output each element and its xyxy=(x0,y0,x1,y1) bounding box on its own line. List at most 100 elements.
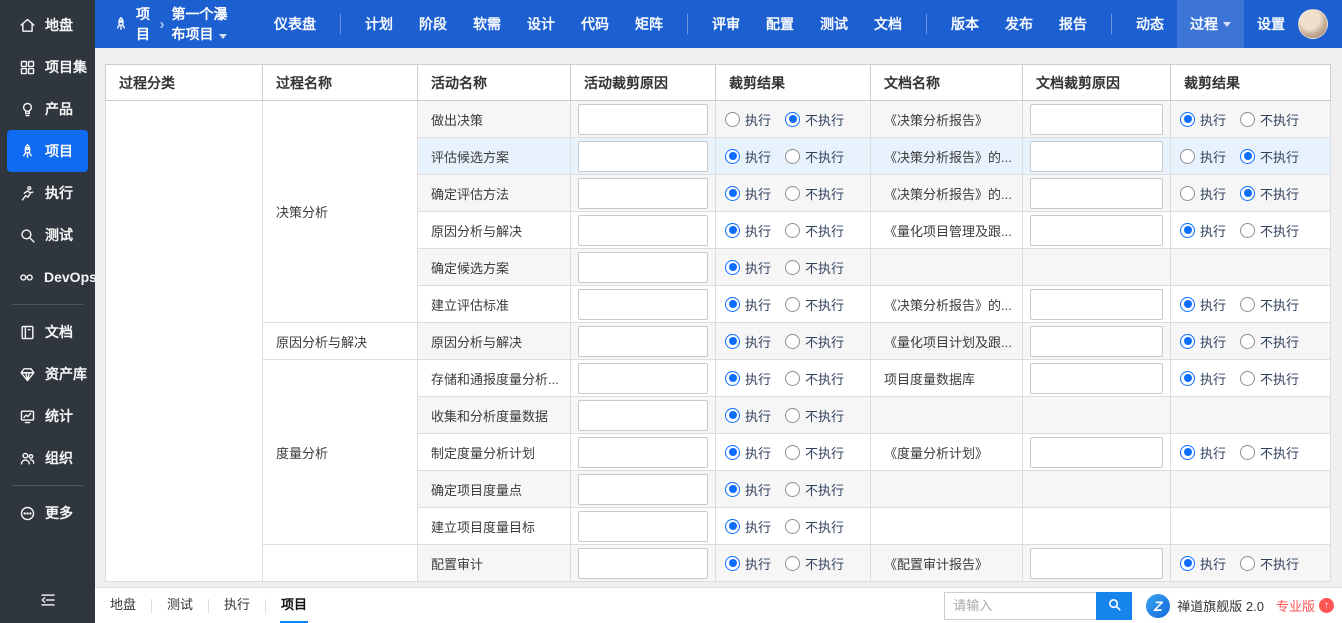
doc-result-skip-radio[interactable] xyxy=(1240,444,1256,460)
activity-result-execute-radio[interactable] xyxy=(725,555,740,571)
doc-result-skip-radio-label[interactable]: 不执行 xyxy=(1260,184,1299,203)
doc-reason-input[interactable] xyxy=(1030,547,1163,579)
doc-result-skip-radio[interactable] xyxy=(1240,296,1256,312)
nav-item-design[interactable]: 设计 xyxy=(514,0,568,48)
doc-result-execute-radio[interactable] xyxy=(1180,185,1195,201)
activity-reason-input[interactable] xyxy=(578,473,708,505)
doc-result-execute-radio[interactable] xyxy=(1180,111,1195,127)
doc-reason-input[interactable] xyxy=(1030,288,1163,320)
footer-tab-test[interactable]: 测试 xyxy=(152,588,208,623)
doc-result-execute-radio[interactable] xyxy=(1180,296,1195,312)
doc-result-skip-radio-label[interactable]: 不执行 xyxy=(1260,110,1299,129)
nav-item-report[interactable]: 报告 xyxy=(1046,0,1100,48)
doc-result-execute-radio-label[interactable]: 执行 xyxy=(1200,147,1226,166)
activity-result-skip-radio[interactable] xyxy=(785,518,801,534)
activity-result-skip-radio[interactable] xyxy=(785,481,801,497)
doc-result-skip-radio[interactable] xyxy=(1240,148,1256,164)
activity-result-execute-radio-label[interactable]: 执行 xyxy=(745,517,771,536)
sidebar-item-execution[interactable]: 执行 xyxy=(7,172,88,214)
nav-item-process[interactable]: 过程 xyxy=(1177,0,1244,48)
doc-result-skip-radio-label[interactable]: 不执行 xyxy=(1260,369,1299,388)
sidebar-item-more[interactable]: 更多 xyxy=(7,492,88,534)
nav-item-review[interactable]: 评审 xyxy=(699,0,753,48)
nav-item-code[interactable]: 代码 xyxy=(568,0,622,48)
activity-reason-input[interactable] xyxy=(578,436,708,468)
activity-result-execute-radio-label[interactable]: 执行 xyxy=(745,443,771,462)
nav-item-setting[interactable]: 设置 xyxy=(1244,0,1298,48)
activity-result-execute-radio[interactable] xyxy=(725,148,740,164)
doc-result-skip-radio[interactable] xyxy=(1240,555,1256,571)
breadcrumb-app-label[interactable]: 项目 xyxy=(136,4,153,44)
nav-item-release[interactable]: 发布 xyxy=(992,0,1046,48)
doc-result-execute-radio[interactable] xyxy=(1180,148,1195,164)
activity-reason-input[interactable] xyxy=(578,214,708,246)
doc-result-execute-radio[interactable] xyxy=(1180,555,1195,571)
sidebar-item-doc[interactable]: 文档 xyxy=(7,311,88,353)
doc-result-execute-radio[interactable] xyxy=(1180,333,1195,349)
nav-item-dynamic[interactable]: 动态 xyxy=(1123,0,1177,48)
doc-result-skip-radio-label[interactable]: 不执行 xyxy=(1260,554,1299,573)
nav-item-plan[interactable]: 计划 xyxy=(352,0,406,48)
doc-result-skip-radio-label[interactable]: 不执行 xyxy=(1260,221,1299,240)
activity-result-execute-radio-label[interactable]: 执行 xyxy=(745,332,771,351)
activity-result-execute-radio[interactable] xyxy=(725,259,740,275)
activity-result-execute-radio-label[interactable]: 执行 xyxy=(745,406,771,425)
sidebar-item-devops[interactable]: DevOps xyxy=(7,256,97,298)
activity-result-skip-radio-label[interactable]: 不执行 xyxy=(805,221,844,240)
activity-result-execute-radio-label[interactable]: 执行 xyxy=(745,110,771,129)
doc-result-execute-radio-label[interactable]: 执行 xyxy=(1200,443,1226,462)
doc-result-execute-radio-label[interactable]: 执行 xyxy=(1200,554,1226,573)
activity-reason-input[interactable] xyxy=(578,288,708,320)
activity-reason-input[interactable] xyxy=(578,399,708,431)
activity-result-skip-radio-label[interactable]: 不执行 xyxy=(805,147,844,166)
activity-result-skip-radio[interactable] xyxy=(785,296,801,312)
doc-reason-input[interactable] xyxy=(1030,362,1163,394)
search-input[interactable] xyxy=(944,591,1097,620)
doc-reason-input[interactable] xyxy=(1030,103,1163,135)
doc-reason-input[interactable] xyxy=(1030,214,1163,246)
sidebar-item-home[interactable]: 地盘 xyxy=(7,4,88,46)
footer-tab-project[interactable]: 项目 xyxy=(266,588,322,623)
activity-result-skip-radio-label[interactable]: 不执行 xyxy=(805,517,844,536)
nav-item-config[interactable]: 配置 xyxy=(753,0,807,48)
doc-result-skip-radio[interactable] xyxy=(1240,185,1256,201)
activity-result-execute-radio[interactable] xyxy=(725,185,740,201)
activity-result-skip-radio[interactable] xyxy=(785,111,801,127)
activity-result-execute-radio[interactable] xyxy=(725,407,740,423)
activity-reason-input[interactable] xyxy=(578,103,708,135)
doc-result-skip-radio-label[interactable]: 不执行 xyxy=(1260,147,1299,166)
activity-result-skip-radio[interactable] xyxy=(785,222,801,238)
doc-reason-input[interactable] xyxy=(1030,325,1163,357)
search-button[interactable] xyxy=(1096,591,1133,620)
activity-result-skip-radio[interactable] xyxy=(785,259,801,275)
activity-result-skip-radio-label[interactable]: 不执行 xyxy=(805,295,844,314)
activity-result-skip-radio-label[interactable]: 不执行 xyxy=(805,554,844,573)
doc-result-skip-radio[interactable] xyxy=(1240,333,1256,349)
activity-result-execute-radio-label[interactable]: 执行 xyxy=(745,295,771,314)
sidebar-item-test[interactable]: 测试 xyxy=(7,214,88,256)
activity-result-skip-radio-label[interactable]: 不执行 xyxy=(805,406,844,425)
sidebar-item-stats[interactable]: 统计 xyxy=(7,395,88,437)
activity-result-skip-radio-label[interactable]: 不执行 xyxy=(805,332,844,351)
activity-result-skip-radio-label[interactable]: 不执行 xyxy=(805,443,844,462)
doc-result-execute-radio-label[interactable]: 执行 xyxy=(1200,221,1226,240)
doc-result-skip-radio[interactable] xyxy=(1240,222,1256,238)
user-avatar[interactable] xyxy=(1298,9,1328,39)
activity-result-skip-radio[interactable] xyxy=(785,148,801,164)
activity-reason-input[interactable] xyxy=(578,177,708,209)
activity-result-skip-radio[interactable] xyxy=(785,333,801,349)
doc-result-skip-radio[interactable] xyxy=(1240,370,1256,386)
activity-result-skip-radio[interactable] xyxy=(785,555,801,571)
activity-result-execute-radio[interactable] xyxy=(725,444,740,460)
activity-reason-input[interactable] xyxy=(578,325,708,357)
activity-result-skip-radio[interactable] xyxy=(785,185,801,201)
activity-result-skip-radio-label[interactable]: 不执行 xyxy=(805,110,844,129)
nav-item-stage[interactable]: 阶段 xyxy=(406,0,460,48)
doc-result-execute-radio[interactable] xyxy=(1180,222,1195,238)
zentao-logo-icon[interactable]: Z xyxy=(1146,593,1171,618)
doc-result-skip-radio[interactable] xyxy=(1240,111,1256,127)
activity-result-execute-radio[interactable] xyxy=(725,518,740,534)
activity-result-execute-radio-label[interactable]: 执行 xyxy=(745,369,771,388)
nav-item-dashboard[interactable]: 仪表盘 xyxy=(261,0,329,48)
activity-result-execute-radio-label[interactable]: 执行 xyxy=(745,221,771,240)
